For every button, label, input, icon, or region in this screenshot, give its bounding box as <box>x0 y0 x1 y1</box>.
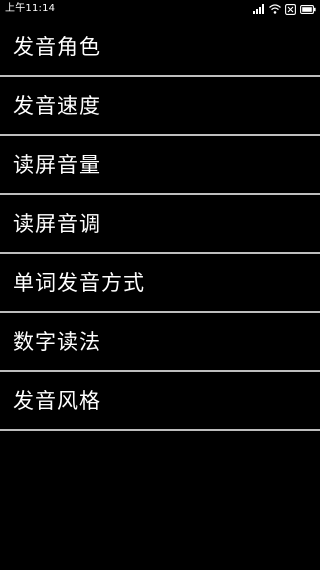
menu-item-number-reading[interactable]: 数字读法 <box>0 313 320 372</box>
settings-menu: 发音角色 发音速度 读屏音量 读屏音调 单词发音方式 数字读法 发音风格 <box>0 18 320 431</box>
status-bar: 上午11:14 <box>0 0 320 18</box>
menu-item-label: 发音角色 <box>13 34 101 59</box>
menu-item-word-pronunciation[interactable]: 单词发音方式 <box>0 254 320 313</box>
battery-icon <box>300 4 316 14</box>
menu-item-label: 单词发音方式 <box>13 270 145 295</box>
wifi-icon <box>269 4 281 14</box>
menu-item-label: 读屏音量 <box>13 152 101 177</box>
menu-item-label: 发音速度 <box>13 93 101 118</box>
menu-item-label: 发音风格 <box>13 388 101 413</box>
menu-item-voice-speed[interactable]: 发音速度 <box>0 77 320 136</box>
menu-item-voice-style[interactable]: 发音风格 <box>0 372 320 431</box>
status-icons <box>253 2 316 16</box>
status-time: 上午11:14 <box>5 3 56 14</box>
sim-off-icon <box>285 3 296 15</box>
menu-item-label: 数字读法 <box>13 329 101 354</box>
menu-item-voice-role[interactable]: 发音角色 <box>0 18 320 77</box>
menu-item-reader-volume[interactable]: 读屏音量 <box>0 136 320 195</box>
menu-item-label: 读屏音调 <box>13 211 101 236</box>
signal-icon <box>253 4 265 14</box>
menu-item-reader-pitch[interactable]: 读屏音调 <box>0 195 320 254</box>
